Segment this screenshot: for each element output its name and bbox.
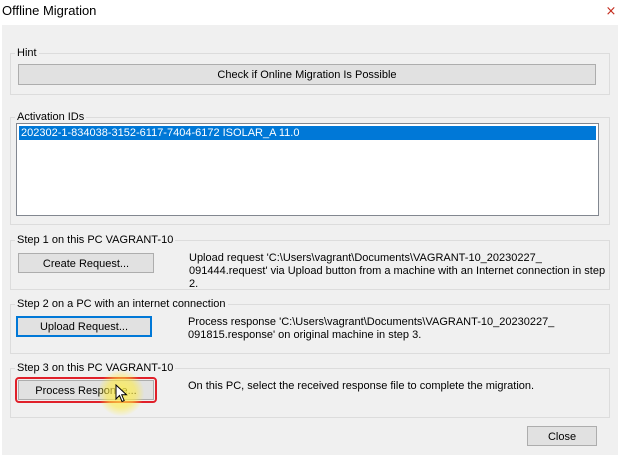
step3-description: On this PC, select the received response…: [188, 380, 535, 392]
check-online-migration-button[interactable]: Check if Online Migration Is Possible: [18, 64, 596, 85]
close-icon[interactable]: ×: [604, 5, 618, 19]
mouse-pointer-icon: [115, 384, 128, 403]
create-request-button[interactable]: Create Request...: [18, 253, 154, 273]
step1-description-line2: 091444.request' via Upload button from a…: [189, 265, 606, 290]
step1-description-line1: Upload request 'C:\Users\vagrant\Documen…: [189, 252, 542, 264]
upload-request-button[interactable]: Upload Request...: [16, 316, 152, 337]
activation-ids-label: Activation IDs: [15, 110, 87, 124]
close-button[interactable]: Close: [527, 426, 597, 446]
hint-group-label: Hint: [15, 46, 39, 60]
window-title: Offline Migration: [2, 3, 97, 18]
step1-description: Upload request 'C:\Users\vagrant\Documen…: [189, 252, 609, 291]
list-item[interactable]: 202302-1-834038-3152-6117-7404-6172 ISOL…: [19, 126, 596, 140]
step3-label: Step 3 on this PC VAGRANT-10: [15, 361, 176, 375]
dialog-body: Hint Check if Online Migration Is Possib…: [2, 25, 618, 455]
activation-ids-list[interactable]: 202302-1-834038-3152-6117-7404-6172 ISOL…: [16, 123, 599, 216]
step2-description-line1: Process response 'C:\Users\vagrant\Docum…: [188, 316, 555, 328]
step2-description: Process response 'C:\Users\vagrant\Docum…: [188, 316, 608, 342]
step2-description-line2: 091815.response' on original machine in …: [188, 329, 422, 341]
title-bar: Offline Migration ×: [0, 0, 622, 24]
step2-label: Step 2 on a PC with an internet connecti…: [15, 297, 228, 311]
step1-label: Step 1 on this PC VAGRANT-10: [15, 233, 176, 247]
